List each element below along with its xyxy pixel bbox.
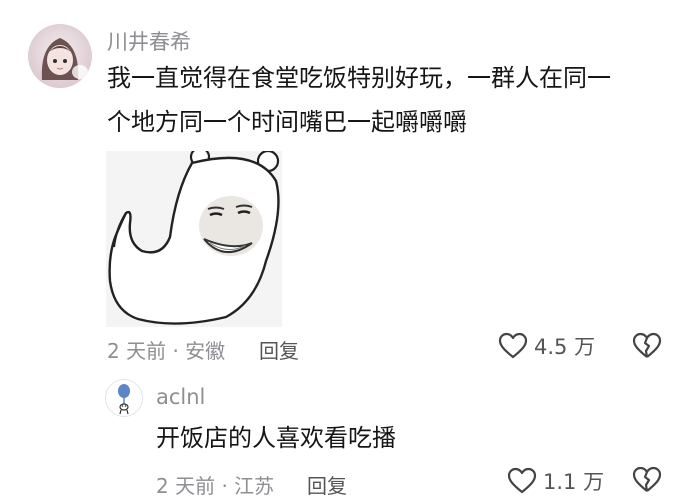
username[interactable]: aclnl	[156, 385, 205, 409]
comment-text: 我一直觉得在食堂吃饭特别好玩，一群人在同一 个地方同一个时间嘴巴一起嚼嚼嚼	[107, 56, 611, 144]
like-count: 4.5 万	[534, 335, 596, 359]
username[interactable]: 川井春希	[107, 26, 191, 56]
heart-outline-icon	[498, 332, 528, 359]
heart-outline-icon	[507, 467, 537, 494]
ghost-meme-sticker[interactable]	[106, 146, 282, 327]
reply-button[interactable]: 回复	[259, 335, 299, 364]
broken-heart-icon[interactable]	[632, 332, 662, 364]
comment-time-location: 2 天前 · 江苏	[156, 474, 275, 498]
reply-button[interactable]: 回复	[307, 470, 347, 499]
avatar[interactable]	[28, 24, 92, 88]
comment-text-line: 个地方同一个时间嘴巴一起嚼嚼嚼	[107, 108, 467, 136]
avatar[interactable]	[105, 379, 143, 417]
comment-time-location: 2 天前 · 安徽	[107, 339, 226, 363]
like-count: 1.1 万	[543, 470, 605, 494]
like-button[interactable]: 1.1 万	[507, 466, 604, 496]
comment-text: 开饭店的人喜欢看吃播	[156, 424, 396, 452]
like-button[interactable]: 4.5 万	[498, 331, 595, 361]
comment-text-line: 我一直觉得在食堂吃饭特别好玩，一群人在同一	[107, 64, 611, 92]
broken-heart-icon[interactable]	[632, 466, 662, 498]
